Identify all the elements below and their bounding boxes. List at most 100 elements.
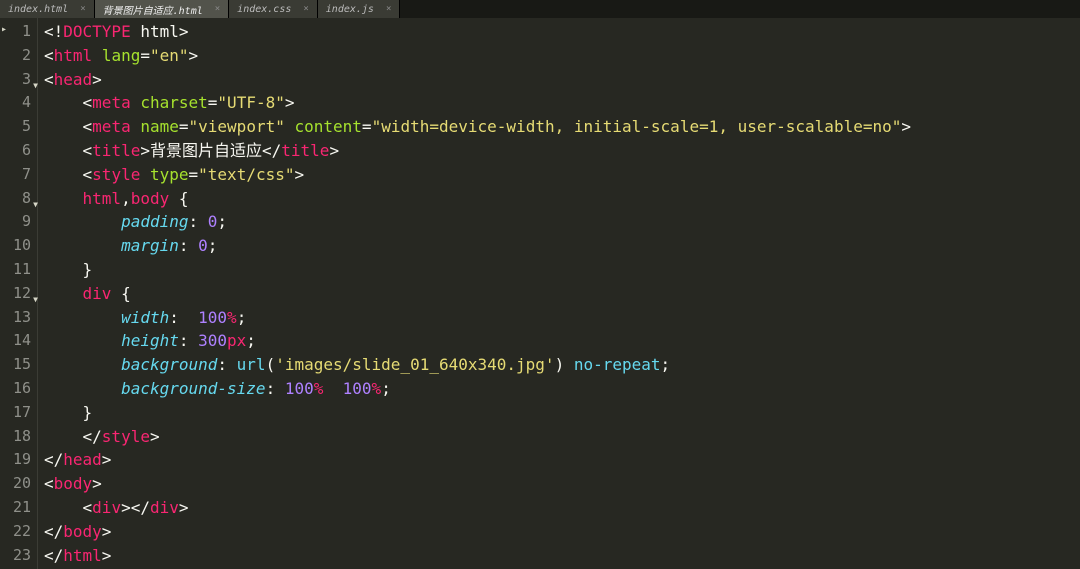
token: type — [150, 165, 189, 184]
tab-3[interactable]: index.js × — [318, 0, 401, 18]
token: 0 — [208, 212, 218, 231]
tab-label: index.css — [237, 4, 291, 15]
code-line[interactable]: <title>背景图片自适应</title> — [44, 139, 1070, 163]
code-line[interactable]: <html lang="en"> — [44, 44, 1070, 68]
token: body — [54, 474, 93, 493]
token: < — [83, 165, 93, 184]
code-line[interactable]: background: url('images/slide_01_640x340… — [44, 353, 1070, 377]
fold-icon[interactable]: ▼ — [33, 193, 38, 217]
line-number: 20 — [10, 472, 31, 496]
code-line[interactable]: padding: 0; — [44, 210, 1070, 234]
code-area[interactable]: <!DOCTYPE html><html lang="en"><head> <m… — [38, 18, 1070, 569]
code-line[interactable]: <!DOCTYPE html> — [44, 20, 1070, 44]
line-number: 1 — [10, 20, 31, 44]
line-number: 23 — [10, 544, 31, 568]
token: % — [314, 379, 324, 398]
token: > — [189, 46, 199, 65]
line-number: 6 — [10, 139, 31, 163]
code-line[interactable]: } — [44, 401, 1070, 425]
close-icon[interactable]: × — [303, 4, 308, 14]
line-number: 9 — [10, 210, 31, 234]
token: </ — [262, 141, 281, 160]
tab-1[interactable]: 背景图片自适应.html× — [95, 0, 230, 18]
token: content — [294, 117, 361, 136]
line-number: 10 — [10, 234, 31, 258]
token: "en" — [150, 46, 189, 65]
token — [131, 117, 141, 136]
token: html — [63, 546, 102, 565]
code-line[interactable]: <meta name="viewport" content="width=dev… — [44, 115, 1070, 139]
code-line[interactable]: <meta charset="UTF-8"> — [44, 91, 1070, 115]
tabbar-spacer — [400, 0, 1080, 18]
line-number: 22 — [10, 520, 31, 544]
token: <! — [44, 22, 63, 41]
code-line[interactable]: div { — [44, 282, 1070, 306]
token: 100 — [198, 308, 227, 327]
code-line[interactable]: <head> — [44, 68, 1070, 92]
token: : — [217, 355, 236, 374]
code-line[interactable]: <body> — [44, 472, 1070, 496]
close-icon[interactable]: × — [215, 4, 220, 14]
line-number: 14 — [10, 329, 31, 353]
code-line[interactable]: width: 100%; — [44, 306, 1070, 330]
fold-icon[interactable]: ▼ — [33, 74, 38, 98]
code-line[interactable]: height: 300px; — [44, 329, 1070, 353]
line-number: 19 — [10, 448, 31, 472]
token: padding — [121, 212, 188, 231]
minimap[interactable] — [1070, 18, 1080, 569]
token: body — [63, 522, 102, 541]
token: </ — [44, 546, 63, 565]
tab-2[interactable]: index.css × — [229, 0, 318, 18]
token: ; — [208, 236, 218, 255]
token: "text/css" — [198, 165, 294, 184]
code-line[interactable]: } — [44, 258, 1070, 282]
code-line[interactable]: <div></div> — [44, 496, 1070, 520]
token: body — [131, 189, 170, 208]
token: < — [83, 93, 93, 112]
close-icon[interactable]: × — [386, 4, 391, 14]
line-number: 5 — [10, 115, 31, 139]
token: = — [362, 117, 372, 136]
tab-label: index.js — [326, 4, 374, 15]
token: = — [140, 46, 150, 65]
token: div — [150, 498, 179, 517]
line-number: 12▼ — [10, 282, 31, 306]
close-icon[interactable]: × — [80, 4, 85, 14]
code-line[interactable]: <style type="text/css"> — [44, 163, 1070, 187]
code-line[interactable]: </body> — [44, 520, 1070, 544]
line-number-gutter: 123▼45678▼9101112▼1314151617181920212223 — [8, 18, 38, 569]
token: } — [83, 260, 93, 279]
tab-0[interactable]: index.html× — [0, 0, 95, 18]
token: < — [83, 141, 93, 160]
token: "viewport" — [189, 117, 285, 136]
token: , — [121, 189, 131, 208]
gutter-chevron[interactable]: ▸ — [0, 18, 8, 569]
token: </ — [44, 522, 63, 541]
code-line[interactable]: background-size: 100% 100%; — [44, 377, 1070, 401]
line-number: 8▼ — [10, 187, 31, 211]
token: title — [92, 141, 140, 160]
token: height — [121, 331, 179, 350]
token: { — [169, 189, 188, 208]
token: ; — [381, 379, 391, 398]
token: > — [92, 474, 102, 493]
token: ; — [661, 355, 671, 374]
line-number: 11 — [10, 258, 31, 282]
token: > — [179, 498, 189, 517]
token: name — [140, 117, 179, 136]
tab-bar: index.html×背景图片自适应.html×index.css×index.… — [0, 0, 1080, 18]
code-line[interactable]: </head> — [44, 448, 1070, 472]
token: = — [179, 117, 189, 136]
token: = — [189, 165, 199, 184]
fold-icon[interactable]: ▼ — [33, 288, 38, 312]
token: html — [83, 189, 122, 208]
code-line[interactable]: </html> — [44, 544, 1070, 568]
token: head — [54, 70, 93, 89]
code-line[interactable]: </style> — [44, 425, 1070, 449]
token: 背景图片自适应 — [150, 141, 262, 160]
token: ; — [246, 331, 256, 350]
code-line[interactable]: margin: 0; — [44, 234, 1070, 258]
token: meta — [92, 93, 131, 112]
code-line[interactable]: html,body { — [44, 187, 1070, 211]
token: { — [111, 284, 130, 303]
